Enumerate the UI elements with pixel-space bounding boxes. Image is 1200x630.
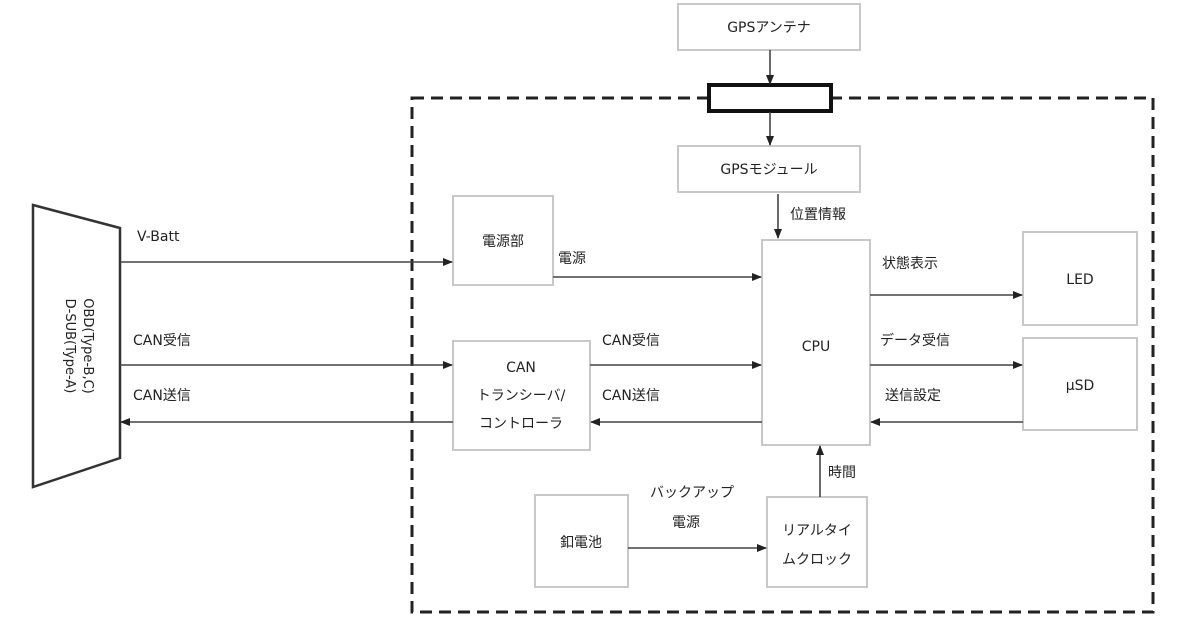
label-power: 電源 bbox=[558, 251, 586, 267]
label-vbatt: V-Batt bbox=[137, 229, 180, 245]
label-data-rx: データ受信 bbox=[880, 332, 950, 349]
label-backup-2: 電源 bbox=[672, 515, 700, 531]
label-can-tx-mid: CAN送信 bbox=[602, 388, 660, 404]
usd-block: μSD bbox=[1022, 337, 1138, 431]
obd-connector: OBD(Type-B,C) D-SUB(Type-A) bbox=[31, 203, 122, 489]
led-block: LED bbox=[1022, 231, 1138, 326]
power-unit-block: 電源部 bbox=[452, 195, 554, 286]
label-backup-1: バックアップ bbox=[650, 485, 734, 501]
block-diagram: OBD(Type-B,C) D-SUB(Type-A) GPSアンテナ GPSモ… bbox=[31, 3, 1155, 614]
power-unit-label: 電源部 bbox=[482, 234, 524, 250]
usd-label: μSD bbox=[1066, 378, 1095, 394]
gps-module-label: GPSモジュール bbox=[720, 162, 817, 178]
can-transceiver-block: CAN トランシーバ/ コントローラ bbox=[452, 340, 591, 451]
label-can-rx-mid: CAN受信 bbox=[602, 333, 660, 349]
label-time: 時間 bbox=[828, 465, 856, 481]
label-status: 状態表示 bbox=[882, 256, 938, 272]
rtc-label-2: ムクロック bbox=[782, 552, 852, 568]
rtc-block: リアルタイ ムクロック bbox=[766, 496, 868, 588]
antenna-connector-bar bbox=[707, 83, 833, 113]
label-can-rx-left: CAN受信 bbox=[133, 333, 191, 349]
label-can-tx-left: CAN送信 bbox=[133, 388, 191, 404]
rtc-label-1: リアルタイ bbox=[782, 523, 852, 539]
label-tx-setting: 送信設定 bbox=[885, 388, 941, 404]
connector-label-obd: OBD(Type-B,C) bbox=[80, 298, 95, 394]
cpu-block: CPU bbox=[761, 239, 871, 446]
cpu-label: CPU bbox=[802, 339, 830, 355]
led-label: LED bbox=[1066, 272, 1093, 288]
can-label-3: コントローラ bbox=[479, 416, 563, 432]
battery-label: 釦電池 bbox=[560, 534, 602, 551]
battery-block: 釦電池 bbox=[534, 494, 629, 588]
can-label-1: CAN bbox=[506, 360, 536, 376]
label-position: 位置情報 bbox=[790, 207, 846, 223]
gps-module-block: GPSモジュール bbox=[677, 145, 861, 193]
gps-antenna-label: GPSアンテナ bbox=[727, 20, 811, 36]
can-label-2: トランシーバ/ bbox=[477, 388, 566, 404]
gps-antenna-block: GPSアンテナ bbox=[677, 3, 861, 51]
connector-label-dsub: D-SUB(Type-A) bbox=[62, 299, 77, 394]
